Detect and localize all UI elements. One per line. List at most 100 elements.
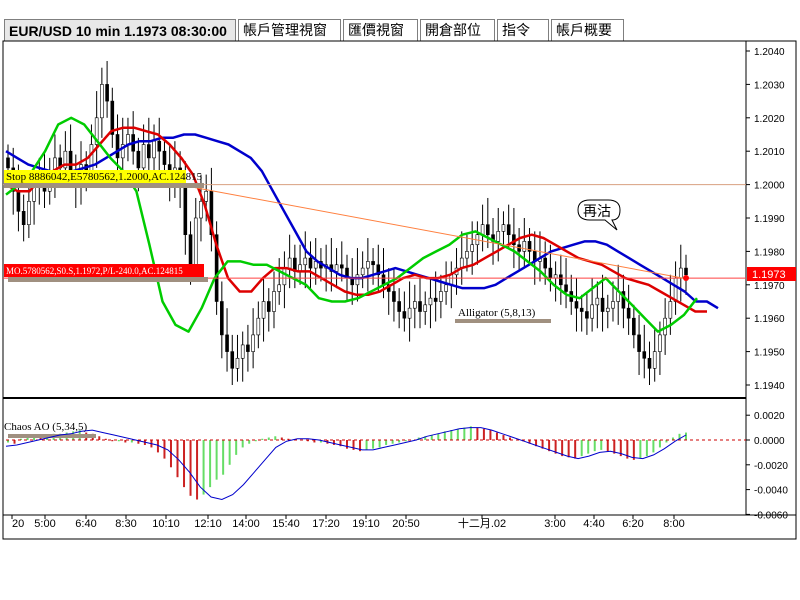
price-tick-label: 1.2020 bbox=[754, 114, 785, 125]
candle-body bbox=[339, 264, 344, 269]
candle-body bbox=[678, 267, 683, 279]
candle-body bbox=[21, 211, 26, 225]
time-tick-label: 8:30 bbox=[115, 518, 136, 530]
candle-body bbox=[637, 334, 641, 352]
ao-tick-label: -0.0060 bbox=[754, 510, 788, 521]
time-tick-label: 20 bbox=[12, 518, 24, 530]
candle-body bbox=[412, 301, 417, 309]
last-price-marker bbox=[683, 275, 689, 281]
candle-body bbox=[444, 284, 448, 292]
candle-body bbox=[522, 241, 527, 252]
candle-body bbox=[433, 297, 438, 302]
candle-body bbox=[251, 334, 255, 352]
trading-chart: 1.2040 1.2030 1.2020 1.2010 1.2000 1.1990 1.19… bbox=[2, 40, 797, 540]
candle-body bbox=[465, 251, 469, 259]
candle-body bbox=[313, 261, 318, 269]
candle-body bbox=[105, 84, 109, 102]
stop-label: Stop 8886042,E5780562,1.2000,AC.124815 bbox=[6, 171, 203, 183]
candle-body bbox=[397, 301, 401, 312]
candle-body bbox=[204, 190, 208, 202]
candle-body bbox=[585, 311, 589, 319]
candle-body bbox=[496, 231, 501, 242]
candle-body bbox=[506, 224, 511, 235]
time-tick-label: 十二月.02 bbox=[458, 516, 506, 530]
candle-body bbox=[626, 307, 631, 319]
candle-body bbox=[157, 140, 162, 152]
price-tick-label: 1.1990 bbox=[754, 214, 785, 225]
candle-body bbox=[360, 267, 365, 276]
candle-body bbox=[658, 334, 662, 352]
ao-label: Chaos AO (5,34,5) bbox=[4, 421, 87, 433]
candle-body bbox=[574, 301, 579, 309]
price-tick-label: 1.1970 bbox=[754, 281, 785, 292]
candle-body bbox=[100, 84, 104, 119]
ao-tick-label: 0.0000 bbox=[754, 436, 785, 447]
candle-body bbox=[162, 150, 167, 165]
time-tick-label: 20:50 bbox=[392, 518, 420, 530]
mo-handle[interactable] bbox=[8, 277, 208, 282]
time-tick-label: 14:00 bbox=[232, 518, 260, 530]
candle-body bbox=[183, 184, 188, 236]
candle-body bbox=[152, 140, 156, 159]
candle-body bbox=[647, 357, 652, 369]
candle-body bbox=[501, 224, 506, 232]
candle-body bbox=[136, 150, 141, 169]
time-tick-label: 12:10 bbox=[194, 518, 222, 530]
stop-handle[interactable] bbox=[4, 183, 204, 188]
ao-label-underline bbox=[8, 434, 96, 438]
price-tick-label: 1.2010 bbox=[754, 147, 785, 158]
candle-body bbox=[230, 351, 235, 369]
price-tick-label: 1.1950 bbox=[754, 348, 785, 359]
candle-body bbox=[261, 301, 266, 319]
candle-body bbox=[282, 267, 287, 286]
candle-body bbox=[611, 301, 615, 309]
time-tick-label: 3:00 bbox=[544, 518, 565, 530]
candle-body bbox=[199, 201, 203, 219]
price-tick-label: 1.1940 bbox=[754, 381, 785, 392]
candle-body bbox=[16, 190, 21, 212]
candle-body bbox=[287, 257, 292, 269]
candle-body bbox=[600, 297, 605, 312]
candle-body bbox=[543, 257, 547, 269]
candle-body bbox=[428, 297, 433, 306]
candle-body bbox=[559, 274, 563, 286]
candle-body bbox=[115, 134, 120, 159]
price-tick-label: 1.1980 bbox=[754, 247, 785, 258]
candle-body bbox=[642, 351, 647, 359]
price-tick-label: 1.2030 bbox=[754, 80, 785, 91]
ao-tick-label: -0.0020 bbox=[754, 461, 788, 472]
candle-body bbox=[68, 150, 73, 172]
time-tick-label: 8:00 bbox=[663, 518, 684, 530]
candle-body bbox=[548, 267, 553, 279]
candle-body bbox=[256, 317, 261, 336]
candle-body bbox=[632, 317, 636, 336]
time-tick-label: 19:10 bbox=[352, 518, 380, 530]
candle-body bbox=[392, 291, 396, 302]
candle-body bbox=[673, 277, 678, 302]
last-price-tag: 1.1973 bbox=[752, 269, 786, 281]
candle-body bbox=[439, 291, 443, 302]
candle-body bbox=[355, 274, 360, 286]
candle-body bbox=[235, 357, 240, 369]
price-tick-label: 1.1960 bbox=[754, 314, 785, 325]
time-tick-label: 4:40 bbox=[583, 518, 604, 530]
candle-body bbox=[266, 301, 271, 312]
candle-body bbox=[303, 257, 308, 266]
candle-body bbox=[240, 344, 245, 359]
time-tick-label: 6:20 bbox=[622, 518, 643, 530]
candle-body bbox=[486, 224, 490, 235]
time-tick-label: 17:20 bbox=[312, 518, 340, 530]
candle-body bbox=[366, 261, 370, 269]
candle-body bbox=[470, 244, 474, 252]
candle-body bbox=[684, 267, 688, 276]
candle-body bbox=[272, 291, 276, 312]
time-tick-label: 6:40 bbox=[75, 518, 96, 530]
price-tick-label: 1.2000 bbox=[754, 181, 785, 192]
candle-body bbox=[668, 301, 673, 319]
candle-body bbox=[147, 144, 151, 159]
candle-body bbox=[193, 217, 198, 269]
candle-body bbox=[220, 301, 224, 336]
candle-body bbox=[590, 304, 594, 319]
candle-body bbox=[246, 344, 250, 352]
candle-body bbox=[334, 264, 339, 272]
